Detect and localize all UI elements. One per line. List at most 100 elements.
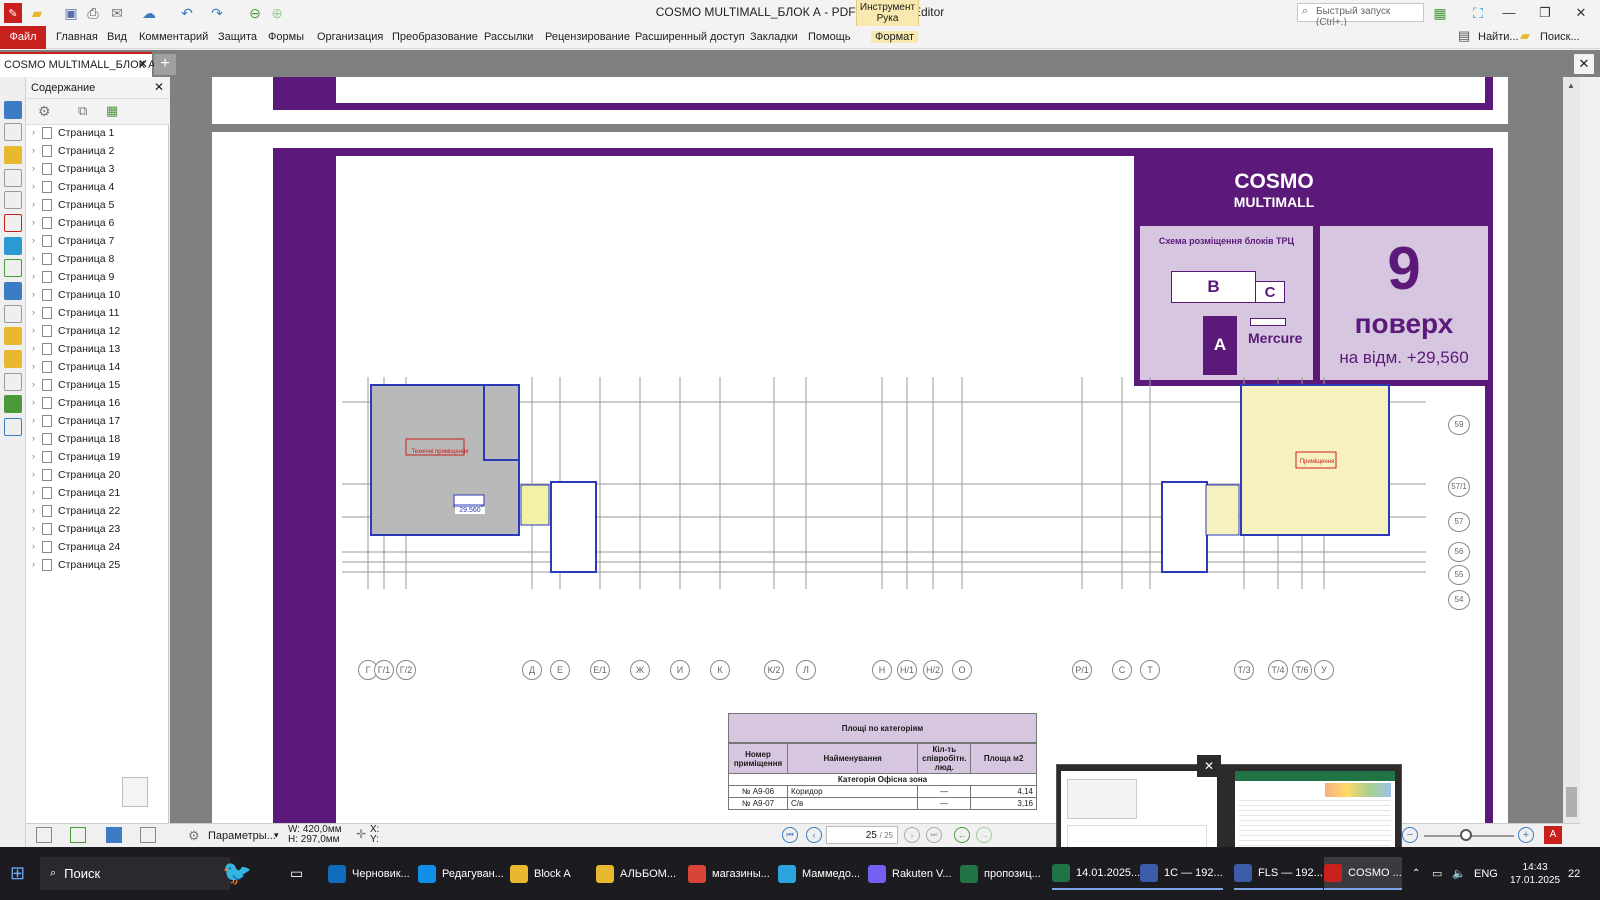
expand-icon[interactable]: › [32,451,35,461]
menu-home[interactable]: Главная [56,31,98,43]
first-page-icon[interactable]: ⏮ [782,827,798,843]
taskbar-search[interactable]: ⌕ Поиск [40,857,230,890]
bookmark-item[interactable]: › Страница 19 [26,449,169,467]
zoom-slider-thumb[interactable] [1460,829,1472,841]
bookmark-item[interactable]: › Страница 6 [26,215,169,233]
redo-icon[interactable]: ↷ [208,3,226,23]
bookmark-item[interactable]: › Страница 4 [26,179,169,197]
find-button[interactable]: Найти... [1478,31,1519,43]
expand-icon[interactable]: › [32,307,35,317]
bookmark-item[interactable]: › Страница 3 [26,161,169,179]
expand-icon[interactable]: › [32,145,35,155]
file-menu-button[interactable]: Файл [0,26,46,49]
zoom-out-icon[interactable]: − [1402,827,1418,843]
menu-review[interactable]: Рецензирование [545,31,630,43]
next-page-icon[interactable]: › [904,827,920,843]
comments-pane-icon[interactable] [4,146,22,164]
bookmark-item[interactable]: › Страница 10 [26,287,169,305]
expand-icon[interactable]: › [32,289,35,299]
bookmarks-pane-icon[interactable] [4,101,22,119]
bookmark-item[interactable]: › Страница 2 [26,143,169,161]
zoom-in-icon[interactable]: + [1518,827,1534,843]
expand-icon[interactable]: › [32,217,35,227]
menu-protect[interactable]: Защита [218,31,257,43]
bookmark-item[interactable]: › Страница 9 [26,269,169,287]
options-button[interactable]: Параметры... [208,830,276,842]
expand-icon[interactable]: › [32,361,35,371]
bookmark-item[interactable]: › Страница 20 [26,467,169,485]
bookmark-options-icon[interactable]: ⚙ [38,103,58,121]
clock[interactable]: 14:43 17.01.2025 [1510,857,1560,890]
taskbar-app[interactable]: 1С — 192... [1140,857,1223,890]
bookmark-item[interactable]: › Страница 11 [26,305,169,323]
pdf-tools-icon[interactable]: A [1544,826,1562,844]
properties-pane-icon[interactable] [4,418,22,436]
minimize-button[interactable]: — [1492,2,1526,24]
expand-icon[interactable]: › [32,433,35,443]
taskbar-app[interactable]: COSMO ... [1324,857,1402,890]
document-tab[interactable]: COSMO MULTIMALL_БЛОК А ✕ [0,52,155,77]
pelican-widget-icon[interactable]: 🐦 [222,857,272,890]
language-indicator[interactable]: ENG [1474,857,1498,890]
bookmark-item[interactable]: › Страница 15 [26,377,169,395]
bookmark-item[interactable]: › Страница 23 [26,521,169,539]
bookmark-item[interactable]: › Страница 5 [26,197,169,215]
expand-icon[interactable]: › [32,253,35,263]
network-icon[interactable]: ▭ [1432,857,1442,890]
start-button[interactable]: ⊞ [10,857,34,890]
menu-comment[interactable]: Комментарий [139,31,208,43]
bookmarks-view-icon[interactable] [70,827,86,843]
articles-pane-icon[interactable] [4,395,22,413]
ui-options-icon[interactable]: ▦ [1430,3,1450,23]
menu-view[interactable]: Вид [107,31,127,43]
expand-icon[interactable]: › [32,415,35,425]
taskbar-app[interactable]: Черновик... [328,857,410,890]
app-logo-icon[interactable]: ✎ [4,3,22,23]
expand-icon[interactable]: › [32,523,35,533]
expand-icon[interactable]: › [32,163,35,173]
bookmark-item[interactable]: › Страница 17 [26,413,169,431]
new-tab-button[interactable]: + [154,54,176,75]
fields-pane-icon[interactable] [4,373,22,391]
expand-icon[interactable]: › [32,559,35,569]
expand-icon[interactable]: › [32,469,35,479]
expand-icon[interactable]: › [32,181,35,191]
bookmark-item[interactable]: › Страница 8 [26,251,169,269]
expand-icon[interactable]: › [32,199,35,209]
bookmark-item[interactable]: › Страница 14 [26,359,169,377]
expand-icon[interactable]: › [32,127,35,137]
pages-view-icon[interactable] [36,827,52,843]
expand-icon[interactable]: › [32,487,35,497]
page-number-input[interactable]: 25 / 25 [826,826,898,844]
structure-view-icon[interactable] [140,827,156,843]
close-tab-icon[interactable]: ✕ [138,57,148,71]
taskbar-app[interactable]: FLS — 192... [1234,857,1323,890]
notification-badge[interactable]: 22 [1568,857,1580,890]
bookmark-item[interactable]: › Страница 25 [26,557,169,575]
taskbar-app[interactable]: пропозиц... [960,857,1041,890]
scan-icon[interactable]: ☁ [140,3,158,23]
taskbar-app[interactable]: магазины... [688,857,770,890]
taskbar-app[interactable]: Block A [510,857,571,890]
email-icon[interactable]: ✉ [108,3,126,23]
menu-share[interactable]: Расширенный доступ [635,31,745,43]
bookmark-item[interactable]: › Страница 7 [26,233,169,251]
menu-bookmarks[interactable]: Закладки [750,31,798,43]
taskbar-app[interactable]: Редагуван... [418,857,504,890]
expand-icon[interactable]: › [32,325,35,335]
expand-icon[interactable]: › [32,271,35,281]
expand-icon[interactable]: › [32,505,35,515]
expand-icon[interactable]: › [32,541,35,551]
forward-icon[interactable]: ⊕ [268,3,286,23]
pages-pane-icon[interactable] [4,123,22,141]
menu-format[interactable]: Формат [871,31,919,43]
expand-icon[interactable]: › [32,235,35,245]
tags-pane-icon[interactable] [4,305,22,323]
vertical-scrollbar[interactable]: ▲ ▼ [1563,77,1580,847]
menu-mailings[interactable]: Рассылки [484,31,533,43]
bookmark-item[interactable]: › Страница 18 [26,431,169,449]
taskbar-app[interactable]: 14.01.2025... [1052,857,1141,890]
layers-pane-icon[interactable] [4,214,22,232]
expand-icon[interactable]: › [32,343,35,353]
open-folder-icon[interactable]: ▰ [28,3,46,23]
